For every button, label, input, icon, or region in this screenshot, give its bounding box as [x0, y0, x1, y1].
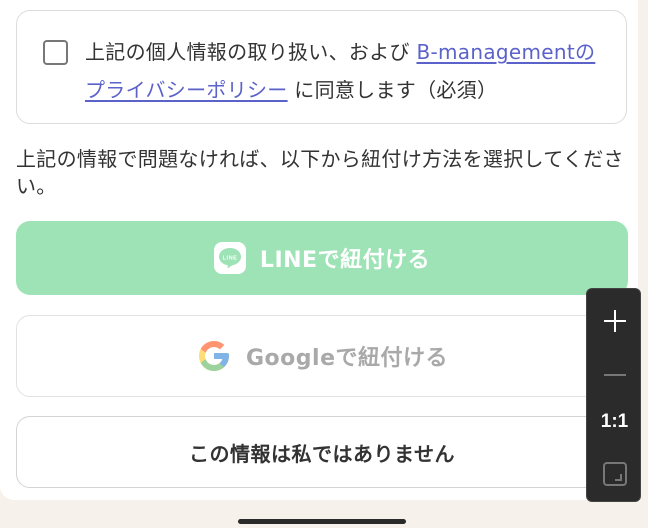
link-account-card: 上記の個人情報の取り扱い、および B-managementのプライバシーポリシー…	[0, 0, 638, 500]
not-me-button[interactable]: この情報は私ではありません	[16, 416, 628, 488]
instruction-text: 上記の情報で問題なければ、以下から紐付け方法を選択してください。	[16, 147, 624, 198]
consent-text: 上記の個人情報の取り扱い、および B-managementのプライバシーポリシー…	[85, 33, 605, 109]
minus-icon	[603, 374, 626, 376]
not-me-button-label: この情報は私ではありません	[189, 441, 455, 466]
google-link-button[interactable]: Googleで紐付ける	[16, 315, 628, 397]
zoom-in-button[interactable]	[587, 303, 642, 339]
google-button-label: Googleで紐付ける	[246, 346, 448, 371]
google-icon	[196, 338, 232, 374]
line-icon-text: LINE	[223, 255, 238, 261]
zoom-out-button[interactable]	[587, 353, 642, 389]
zoom-control-panel: 1:1	[586, 288, 641, 502]
fit-screen-icon	[602, 462, 627, 486]
home-indicator[interactable]	[238, 519, 406, 524]
consent-checkbox[interactable]	[43, 40, 68, 65]
line-link-button[interactable]: LINE LINEで紐付ける	[16, 221, 628, 295]
line-button-label: LINEで紐付ける	[259, 248, 431, 273]
plus-icon	[603, 310, 626, 332]
line-icon: LINE	[213, 242, 246, 274]
fit-screen-button[interactable]	[587, 457, 642, 491]
zoom-reset-button[interactable]: 1:1	[587, 407, 642, 437]
consent-box: 上記の個人情報の取り扱い、および B-managementのプライバシーポリシー…	[16, 10, 627, 124]
consent-prefix: 上記の個人情報の取り扱い、および	[85, 40, 410, 64]
consent-suffix: に同意します（必須）	[294, 78, 498, 102]
